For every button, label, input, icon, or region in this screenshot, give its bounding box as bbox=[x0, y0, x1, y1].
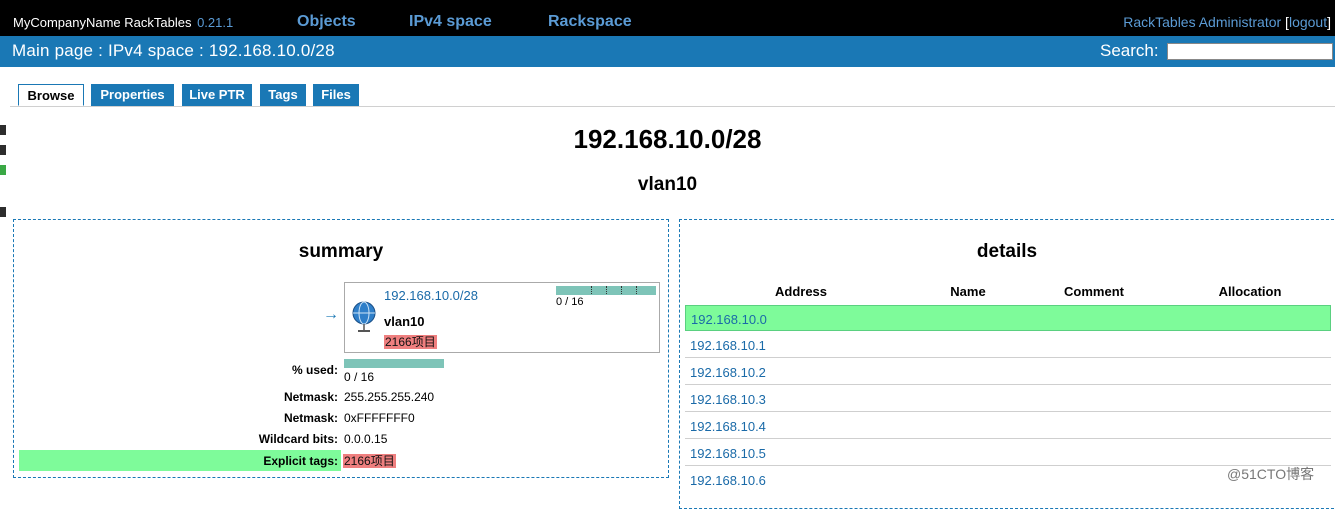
address-row[interactable]: 192.168.10.5 bbox=[685, 440, 1331, 466]
artifact bbox=[0, 207, 6, 217]
used-bar bbox=[344, 359, 444, 368]
bracket-open: [ bbox=[1281, 14, 1289, 30]
card-network-link[interactable]: 192.168.10.0/28 bbox=[384, 288, 478, 303]
brand-name: MyCompanyName RackTables bbox=[13, 15, 192, 30]
netmask-hex-label: Netmask: bbox=[283, 411, 338, 425]
page-title: 192.168.10.0/28 bbox=[573, 124, 762, 154]
tab-live-ptr[interactable]: Live PTR bbox=[182, 84, 252, 106]
brand: MyCompanyName RackTables 0.21.1 bbox=[13, 15, 233, 30]
nav-ipv4-space[interactable]: IPv4 space bbox=[409, 13, 492, 31]
usage-tick bbox=[606, 286, 607, 294]
tab-tags[interactable]: Tags bbox=[260, 84, 306, 106]
netmask-value: 255.255.255.240 bbox=[344, 390, 435, 404]
tab-files[interactable]: Files bbox=[313, 84, 359, 106]
address-link[interactable]: 192.168.10.3 bbox=[690, 392, 766, 407]
version: 0.21.1 bbox=[197, 15, 234, 30]
card-usage-bar bbox=[556, 286, 656, 295]
address-link[interactable]: 192.168.10.5 bbox=[690, 446, 766, 461]
card-tag[interactable]: 2166项目 bbox=[384, 335, 437, 349]
user-link[interactable]: RackTables Administrator bbox=[1123, 14, 1281, 30]
tab-browse[interactable]: Browse bbox=[18, 84, 84, 106]
address-row[interactable]: 192.168.10.0 bbox=[685, 305, 1331, 331]
watermark: @51CTO博客 bbox=[1227, 466, 1315, 482]
usage-tick bbox=[636, 286, 637, 294]
column-address[interactable]: Address bbox=[755, 284, 847, 299]
details-title: details bbox=[976, 241, 1038, 262]
column-comment[interactable]: Comment bbox=[1048, 284, 1140, 299]
netmask-label: Netmask: bbox=[283, 390, 338, 404]
usage-tick bbox=[591, 286, 592, 294]
bracket-close: ] bbox=[1327, 14, 1331, 30]
search-label: Search: bbox=[1100, 41, 1159, 60]
arrow-icon: → bbox=[323, 306, 339, 323]
card-usage-text: 0 / 16 bbox=[556, 296, 584, 308]
top-bar: MyCompanyName RackTables 0.21.1 Objects … bbox=[0, 0, 1335, 36]
page-subtitle: vlan10 bbox=[637, 174, 698, 195]
address-link[interactable]: 192.168.10.6 bbox=[690, 473, 766, 488]
used-value: 0 / 16 bbox=[344, 370, 375, 384]
address-row[interactable]: 192.168.10.3 bbox=[685, 386, 1331, 412]
path-bar: Main page : IPv4 space : 192.168.10.0/28… bbox=[0, 36, 1335, 67]
address-link[interactable]: 192.168.10.4 bbox=[690, 419, 766, 434]
wildcard-label: Wildcard bits: bbox=[258, 432, 338, 446]
user-box: RackTables Administrator [logout] bbox=[1123, 14, 1331, 30]
tab-properties[interactable]: Properties bbox=[91, 84, 174, 106]
column-allocation[interactable]: Allocation bbox=[1204, 284, 1296, 299]
address-link[interactable]: 192.168.10.1 bbox=[690, 338, 766, 353]
explicit-tag[interactable]: 2166项目 bbox=[343, 454, 396, 468]
search-input[interactable] bbox=[1167, 43, 1333, 60]
address-link[interactable]: 192.168.10.2 bbox=[690, 365, 766, 380]
column-name[interactable]: Name bbox=[922, 284, 1014, 299]
usage-tick bbox=[621, 286, 622, 294]
card-name: vlan10 bbox=[384, 314, 425, 329]
wildcard-value: 0.0.0.15 bbox=[344, 432, 388, 446]
summary-title: summary bbox=[298, 241, 384, 262]
address-link[interactable]: 192.168.10.0 bbox=[691, 312, 767, 327]
address-row[interactable]: 192.168.10.2 bbox=[685, 359, 1331, 385]
address-row[interactable]: 192.168.10.1 bbox=[685, 332, 1331, 358]
nav-rackspace[interactable]: Rackspace bbox=[548, 13, 632, 31]
tab-divider bbox=[10, 106, 1335, 107]
address-row[interactable]: 192.168.10.4 bbox=[685, 413, 1331, 439]
netmask-hex-value: 0xFFFFFFF0 bbox=[344, 411, 415, 425]
network-card: 192.168.10.0/28 vlan10 2166项目 0 / 16 bbox=[344, 282, 660, 353]
network-globe-icon bbox=[352, 301, 376, 332]
used-label: % used: bbox=[291, 363, 338, 377]
breadcrumb[interactable]: Main page : IPv4 space : 192.168.10.0/28 bbox=[12, 41, 335, 61]
nav-objects[interactable]: Objects bbox=[297, 13, 356, 31]
explicit-tags-label: Explicit tags: bbox=[263, 454, 338, 468]
logout-link[interactable]: logout bbox=[1289, 14, 1327, 30]
